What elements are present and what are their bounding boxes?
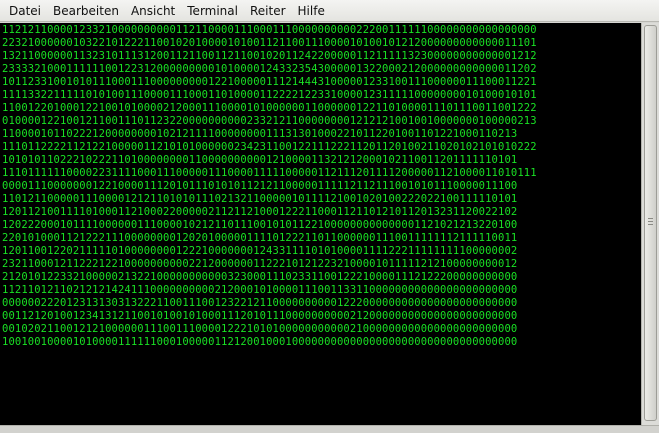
terminal-line: 0010202110012121000000111001110000122210… xyxy=(2,323,518,335)
grip-line xyxy=(648,218,653,219)
terminal-line: 1321100000011323101113120011211001121100… xyxy=(2,50,537,62)
terminal-line: 0000002220123131303132221100111001232212… xyxy=(2,297,518,309)
terminal-line: 1111332211111010100111000011100011010000… xyxy=(2,89,537,101)
terminal-window: Datei Bearbeiten Ansicht Terminal Reiter… xyxy=(0,0,659,433)
terminal-line: 2232100000010322101222110010201000010100… xyxy=(2,37,537,49)
terminal-line: 1110111111000022311110001110000011100001… xyxy=(2,167,537,179)
window-bottom-edge xyxy=(0,425,659,433)
menu-ansicht[interactable]: Ansicht xyxy=(125,2,181,20)
terminal-output[interactable]: 1121211000012332100000000001121100001110… xyxy=(0,23,641,425)
terminal-line: 1121101211021212142411100000000002120001… xyxy=(2,284,518,296)
terminal-line: 1101211000001110000121211010101110213211… xyxy=(2,193,518,205)
menu-bearbeiten[interactable]: Bearbeiten xyxy=(47,2,125,20)
terminal-line: 1100122010001221001010000212000111000010… xyxy=(2,102,537,114)
menu-terminal[interactable]: Terminal xyxy=(181,2,244,20)
terminal-line: 1110112222112122100000112101010000002342… xyxy=(2,141,537,153)
terminal-line: 1202220001011110000001110000102121101110… xyxy=(2,219,518,231)
vertical-scrollbar[interactable] xyxy=(641,23,659,425)
terminal-line: 2321100012112221221000000000022120000001… xyxy=(2,258,518,270)
terminal-line: 0000111000000012210000111201011101010112… xyxy=(2,180,518,192)
grip-line xyxy=(648,221,653,222)
terminal-line: 1011233100101011100011100000000012210000… xyxy=(2,76,537,88)
grip-line xyxy=(648,224,653,225)
terminal-line: 1001001000010100001111110001000001121200… xyxy=(2,336,518,348)
scrollbar-thumb[interactable] xyxy=(644,25,657,421)
menu-hilfe[interactable]: Hilfe xyxy=(292,2,331,20)
menu-reiter[interactable]: Reiter xyxy=(244,2,292,20)
terminal-line: 2120101223321000002132210000000000032300… xyxy=(2,271,518,283)
terminal-line: 1100001011022212000000001021211110000000… xyxy=(2,128,518,140)
terminal-line: 1121211000012332100000000001121100001110… xyxy=(2,24,537,36)
terminal-line: 2201010001121222111000000001202010000011… xyxy=(2,232,518,244)
terminal-line: 0100001221001211001110112322000000000023… xyxy=(2,115,537,127)
menu-datei[interactable]: Datei xyxy=(3,2,47,20)
terminal-line: 1010101102221022211010000000011000000000… xyxy=(2,154,518,166)
menubar: Datei Bearbeiten Ansicht Terminal Reiter… xyxy=(0,0,659,22)
terminal-line: 1201121001111010001121000220000021121121… xyxy=(2,206,518,218)
terminal-line: 0011212010012341312110010100101000111201… xyxy=(2,310,518,322)
terminal-line: 2333321000111111001223120000000001010000… xyxy=(2,63,537,75)
terminal-line: 1201100122021111101000000001222100000001… xyxy=(2,245,518,257)
